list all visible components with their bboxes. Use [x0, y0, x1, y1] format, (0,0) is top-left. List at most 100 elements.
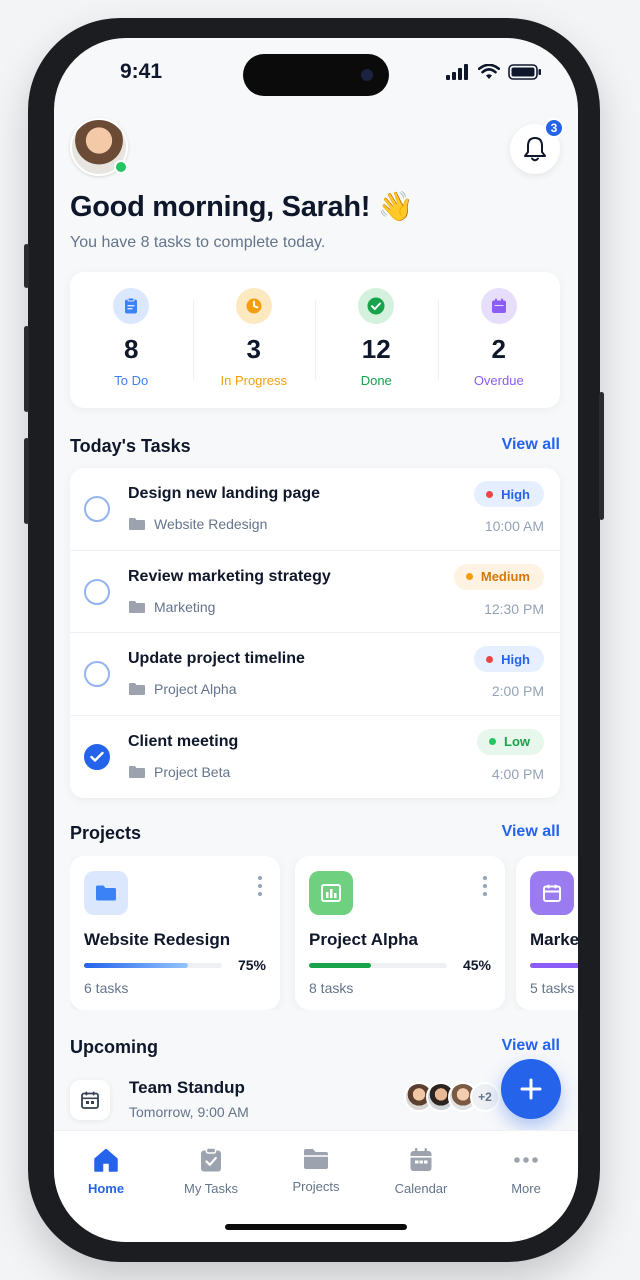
calendar-icon: [410, 1148, 432, 1171]
clipboard-icon: [113, 288, 150, 324]
upcoming-view-all-link[interactable]: View all: [502, 1037, 560, 1055]
todays-tasks-view-all-link[interactable]: View all: [502, 436, 560, 454]
task-project-name: Project Beta: [154, 763, 231, 780]
task-checkbox[interactable]: [84, 661, 110, 687]
volume-down-button: [24, 438, 29, 524]
tab-my-tasks[interactable]: My Tasks: [159, 1147, 263, 1196]
folder-icon: [129, 518, 145, 530]
task-time: 4:00 PM: [491, 765, 544, 782]
upcoming-title: Upcoming: [70, 1037, 158, 1057]
task-project: Project Beta: [128, 764, 230, 780]
status-icons: [446, 64, 542, 80]
project-menu-button[interactable]: [258, 876, 262, 896]
task-item[interactable]: Client meeting Project Beta Low 4:00 PM: [70, 716, 560, 799]
checkmark-icon: [90, 751, 104, 762]
stat-done[interactable]: 12 Done: [315, 272, 438, 408]
bell-icon: [524, 137, 546, 162]
online-indicator: [114, 160, 128, 174]
notification-badge: 3: [544, 118, 564, 138]
project-name: Website Redesign: [84, 930, 231, 949]
project-progress-fill: [530, 963, 578, 968]
camera-icon: [361, 69, 373, 81]
priority-label: Medium: [480, 569, 530, 584]
event-title: Team Standup: [129, 1078, 245, 1097]
chart-icon: [309, 871, 353, 915]
project-card[interactable]: Website Redesign 75% 6 tasks: [70, 856, 280, 1010]
project-progress-bar: [530, 963, 578, 968]
stat-in-progress[interactable]: 3 In Progress: [192, 272, 316, 408]
tab-home[interactable]: Home: [54, 1147, 158, 1196]
tab-projects[interactable]: Projects: [264, 1147, 368, 1194]
status-bar: 9:41: [54, 38, 578, 112]
notifications-button[interactable]: 3: [510, 118, 564, 174]
project-progress-fill: [84, 963, 188, 968]
project-percent: 75%: [237, 957, 266, 973]
task-title: Update project timeline: [128, 650, 305, 667]
task-checkbox[interactable]: [84, 496, 110, 522]
attendee-overflow-count: +2: [470, 1082, 500, 1112]
task-checkbox-checked[interactable]: [84, 743, 110, 770]
project-menu-button[interactable]: [483, 876, 487, 896]
project-percent: 45%: [462, 957, 491, 973]
plus-icon: [520, 1078, 542, 1100]
tab-label: My Tasks: [184, 1181, 238, 1196]
task-item[interactable]: Update project timeline Project Alpha Hi…: [70, 633, 560, 716]
project-progress-bar: [309, 963, 447, 968]
task-item[interactable]: Review marketing strategy Marketing Medi…: [70, 551, 560, 633]
task-time: 2:00 PM: [491, 683, 544, 699]
priority-badge: High: [474, 481, 544, 507]
home-icon: [94, 1148, 118, 1172]
upcoming-event[interactable]: Team Standup Tomorrow, 9:00 AM +2: [70, 1076, 560, 1136]
home-indicator: [225, 1224, 407, 1230]
folder-icon: [84, 871, 128, 915]
task-project: Marketing: [128, 599, 215, 615]
stat-value: 3: [246, 334, 261, 364]
priority-dot: [486, 490, 494, 498]
tab-label: More: [511, 1181, 541, 1196]
folder-icon: [129, 765, 145, 778]
priority-label: High: [501, 651, 530, 667]
projects-view-all-link[interactable]: View all: [502, 823, 560, 841]
wifi-icon: [478, 64, 500, 79]
check-circle-icon: [358, 288, 395, 324]
task-title: Design new landing page: [128, 485, 321, 502]
tab-calendar[interactable]: Calendar: [369, 1147, 473, 1196]
project-card[interactable]: Marke 5 tasks: [516, 856, 578, 1010]
stat-value: 8: [124, 334, 139, 364]
signal-icon: [446, 64, 468, 80]
stat-value: 2: [491, 334, 506, 364]
tab-label: Calendar: [394, 1181, 448, 1196]
event-time: Tomorrow, 9:00 AM: [129, 1104, 249, 1120]
task-time: 10:00 AM: [484, 518, 544, 534]
power-button: [599, 392, 604, 520]
tab-more[interactable]: More: [474, 1147, 578, 1196]
project-card[interactable]: Project Alpha 45% 8 tasks: [295, 856, 505, 1010]
projects-title: Projects: [70, 823, 142, 843]
task-project: Website Redesign: [128, 516, 267, 532]
tab-label: Projects: [292, 1179, 340, 1194]
attendee-avatars[interactable]: +2: [404, 1082, 500, 1114]
stats-card: 8 To Do 3 In Progress 12 Done 2 Overdue: [70, 272, 560, 408]
task-project-name: Project Alpha: [154, 681, 237, 697]
priority-badge: High: [474, 646, 544, 672]
task-project-name: Website Redesign: [154, 516, 268, 532]
priority-dot: [489, 738, 496, 745]
stat-todo[interactable]: 8 To Do: [70, 272, 193, 408]
priority-dot: [465, 573, 473, 580]
stat-label: In Progress: [220, 373, 287, 388]
stat-overdue[interactable]: 2 Overdue: [437, 272, 561, 408]
task-checkbox[interactable]: [84, 578, 110, 605]
battery-icon: [508, 64, 541, 80]
more-dots-icon: [514, 1157, 538, 1163]
status-time: 9:41: [120, 60, 163, 83]
task-project: Project Alpha: [128, 681, 237, 697]
greeting-title: Good morning, Sarah! 👋: [70, 191, 414, 223]
task-title: Client meeting: [128, 732, 239, 750]
task-item[interactable]: Design new landing page Website Redesign…: [70, 468, 560, 551]
projects-carousel[interactable]: Website Redesign 75% 6 tasks Project Alp…: [70, 856, 578, 1010]
add-task-button[interactable]: [501, 1059, 561, 1119]
priority-label: Low: [504, 734, 530, 749]
priority-badge: Medium: [453, 563, 544, 590]
folder-icon: [129, 683, 145, 695]
task-time: 12:30 PM: [484, 600, 544, 617]
